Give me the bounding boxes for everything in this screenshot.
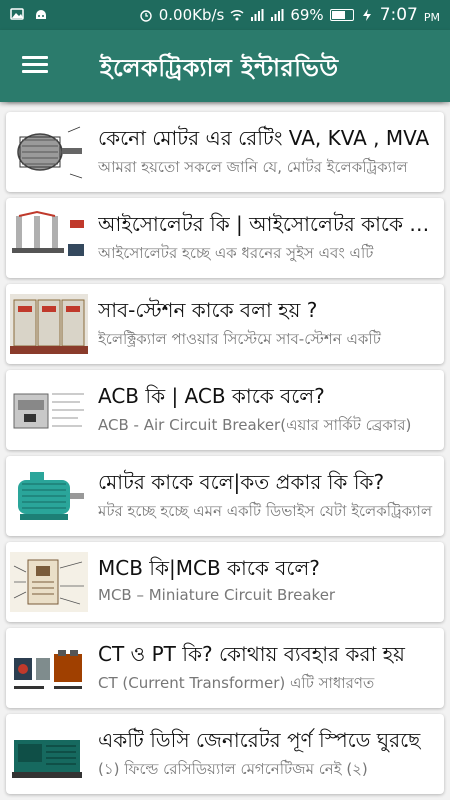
battery-percent: 69% <box>290 6 324 24</box>
menu-line-icon <box>22 70 48 73</box>
article-list[interactable]: কেনো মোটর এর রেটিং VA, KVA , MVA আমরা হয… <box>0 102 450 800</box>
image-notification-icon <box>10 8 24 20</box>
list-item[interactable]: একটি ডিসি জেনারেটর পূর্ণ স্পিডে ঘুরছে (১… <box>6 714 444 794</box>
dc-generator-thumbnail <box>10 724 88 784</box>
status-bar-left <box>10 7 48 21</box>
signal-icon-1 <box>251 9 264 21</box>
battery-fill <box>331 11 345 19</box>
article-subtitle: ACB - Air Circuit Breaker(এয়ার সার্কিট … <box>98 416 412 434</box>
clock-time: 7:07 <box>379 5 418 25</box>
list-item[interactable]: সাব-স্টেশন কাকে বলা হয় ? ইলেক্ট্রিক্যাল… <box>6 284 444 364</box>
article-subtitle: ইলেক্ট্রিক্যাল পাওয়ার সিস্টেমে সাব-স্টে… <box>98 330 381 348</box>
list-item[interactable]: CT ও PT কি? কোথায় ব্যবহার করা হয় CT (C… <box>6 628 444 708</box>
substation-panel-thumbnail <box>10 294 88 354</box>
app-title: ইলেকট্রিক্যাল ইন্টারভিউ <box>100 54 339 82</box>
menu-line-icon <box>22 63 48 66</box>
status-bar-right: 0.00Kb/s 69% 7:07 PM <box>139 5 440 25</box>
list-item[interactable]: MCB কি|MCB কাকে বলে? MCB – Miniature Cir… <box>6 542 444 622</box>
acb-breaker-thumbnail <box>10 380 88 440</box>
signal-icon-2 <box>271 9 284 21</box>
article-title: একটি ডিসি জেনারেটর পূর্ণ স্পিডে ঘুরছে <box>98 728 421 752</box>
wifi-icon <box>230 9 244 21</box>
article-title: মোটর কাকে বলে|কত প্রকার কি কি? <box>98 470 385 494</box>
mcb-diagram-thumbnail <box>10 552 88 612</box>
article-subtitle: (১) ফিল্ডে রেসিডিয়্যাল মেগনেটিজম নেই (২… <box>98 760 368 778</box>
list-item[interactable]: কেনো মোটর এর রেটিং VA, KVA , MVA আমরা হয… <box>6 112 444 192</box>
article-title: কেনো মোটর এর রেটিং VA, KVA , MVA <box>98 126 430 150</box>
status-bar: 0.00Kb/s 69% 7:07 PM <box>0 0 450 30</box>
isolator-thumbnail <box>10 208 88 268</box>
article-title: ACB কি | ACB কাকে বলে? <box>98 384 325 408</box>
app-bar: ইলেকট্রিক্যাল ইন্টারভিউ <box>0 30 450 102</box>
article-title: CT ও PT কি? কোথায় ব্যবহার করা হয় <box>98 642 405 666</box>
article-subtitle: আমরা হয়তো সকলে জানি যে, মোটর ইলেকট্রিক্… <box>98 158 408 176</box>
article-subtitle: আইসোলেটর হচ্ছে এক ধরনের সুইস এবং এটি <box>98 244 374 262</box>
article-subtitle: মটর হচ্ছে হচ্ছে এমন একটি ডিভাইস যেটা ইলে… <box>98 502 433 520</box>
article-title: আইসোলেটর কি | আইসোলেটর কাকে বলে <box>98 212 440 236</box>
battery-icon <box>329 9 354 21</box>
article-title: সাব-স্টেশন কাকে বলা হয় ? <box>98 298 318 322</box>
article-subtitle: CT (Current Transformer) এটি সাধারণত <box>98 674 375 692</box>
android-icon <box>36 10 46 19</box>
network-speed: 0.00Kb/s <box>158 6 225 24</box>
menu-line-icon <box>22 56 48 59</box>
charging-icon <box>362 9 371 21</box>
list-item[interactable]: আইসোলেটর কি | আইসোলেটর কাকে বলে আইসোলেটর… <box>6 198 444 278</box>
article-subtitle: MCB – Miniature Circuit Breaker <box>98 586 336 604</box>
motor-diagram-thumbnail <box>10 122 88 182</box>
list-item[interactable]: মোটর কাকে বলে|কত প্রকার কি কি? মটর হচ্ছে… <box>6 456 444 536</box>
list-item[interactable]: ACB কি | ACB কাকে বলে? ACB - Air Circuit… <box>6 370 444 450</box>
alarm-icon <box>140 10 152 22</box>
ct-pt-thumbnail <box>10 638 88 698</box>
article-title: MCB কি|MCB কাকে বলে? <box>98 556 320 580</box>
clock-ampm: PM <box>423 10 440 24</box>
hamburger-menu-button[interactable] <box>18 52 52 80</box>
electric-motor-thumbnail <box>10 466 88 526</box>
